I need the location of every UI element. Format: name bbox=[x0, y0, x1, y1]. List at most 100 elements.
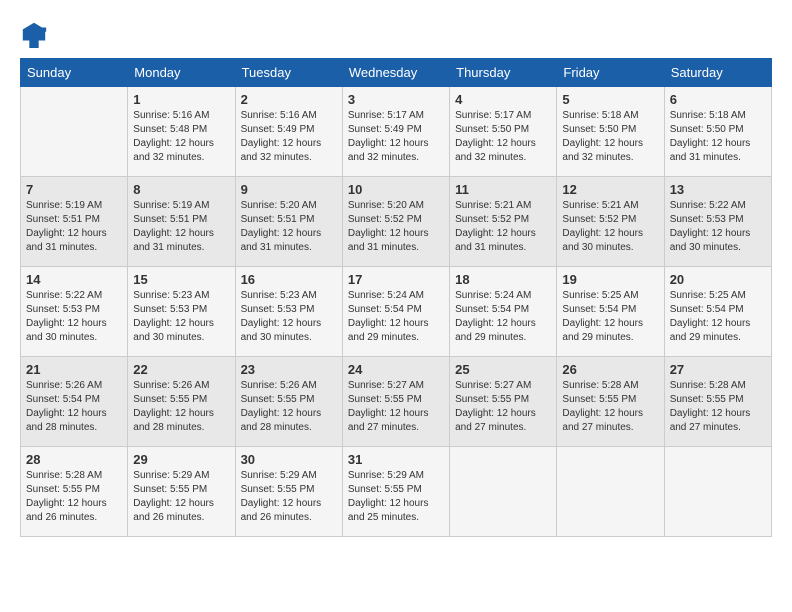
day-number: 4 bbox=[455, 92, 551, 107]
day-number: 7 bbox=[26, 182, 122, 197]
calendar-cell: 25Sunrise: 5:27 AM Sunset: 5:55 PM Dayli… bbox=[450, 357, 557, 447]
day-number: 12 bbox=[562, 182, 658, 197]
day-number: 18 bbox=[455, 272, 551, 287]
weekday-header-friday: Friday bbox=[557, 59, 664, 87]
calendar-cell: 7 Sunrise: 5:19 AM Sunset: 5:51 PM Daylig… bbox=[21, 177, 128, 267]
cell-info: Sunrise: 5:29 AM Sunset: 5:55 PM Dayligh… bbox=[348, 469, 444, 525]
day-number: 16 bbox=[241, 272, 337, 287]
calendar-cell: 8 Sunrise: 5:19 AM Sunset: 5:51 PM Daylig… bbox=[128, 177, 235, 267]
day-number: 29 bbox=[133, 452, 229, 467]
cell-info: Sunrise: 5:19 AM Sunset: 5:51 PM Dayligh… bbox=[133, 199, 229, 255]
calendar-cell: 11 Sunrise: 5:21 AM Sunset: 5:52 PM Dayli… bbox=[450, 177, 557, 267]
cell-info: Sunrise: 5:29 AM Sunset: 5:55 PM Dayligh… bbox=[133, 469, 229, 525]
weekday-header-sunday: Sunday bbox=[21, 59, 128, 87]
calendar-cell: 18 Sunrise: 5:24 AM Sunset: 5:54 PM Dayli… bbox=[450, 267, 557, 357]
day-number: 2 bbox=[241, 92, 337, 107]
cell-info: Sunrise: 5:18 AM Sunset: 5:50 PM Dayligh… bbox=[562, 109, 658, 165]
cell-info: Sunrise: 5:28 AM Sunset: 5:55 PM Dayligh… bbox=[562, 379, 658, 435]
cell-info: Sunrise: 5:16 AM Sunset: 5:48 PM Dayligh… bbox=[133, 109, 229, 165]
day-number: 6 bbox=[670, 92, 766, 107]
cell-info: Sunrise: 5:26 AM Sunset: 5:54 PM Dayligh… bbox=[26, 379, 122, 435]
calendar-cell: 21 Sunrise: 5:26 AM Sunset: 5:54 PM Dayli… bbox=[21, 357, 128, 447]
day-number: 1 bbox=[133, 92, 229, 107]
cell-info: Sunrise: 5:17 AM Sunset: 5:50 PM Dayligh… bbox=[455, 109, 551, 165]
calendar-header: SundayMondayTuesdayWednesdayThursdayFrid… bbox=[21, 59, 772, 87]
calendar-cell: 16 Sunrise: 5:23 AM Sunset: 5:53 PM Dayli… bbox=[235, 267, 342, 357]
cell-info: Sunrise: 5:19 AM Sunset: 5:51 PM Dayligh… bbox=[26, 199, 122, 255]
calendar-cell: 30 Sunrise: 5:29 AM Sunset: 5:55 PM Dayli… bbox=[235, 447, 342, 537]
calendar-cell: 6 Sunrise: 5:18 AM Sunset: 5:50 PM Daylig… bbox=[664, 87, 771, 177]
calendar-cell: 13 Sunrise: 5:22 AM Sunset: 5:53 PM Dayli… bbox=[664, 177, 771, 267]
cell-info: Sunrise: 5:24 AM Sunset: 5:54 PM Dayligh… bbox=[348, 289, 444, 345]
calendar-cell bbox=[450, 447, 557, 537]
day-number: 28 bbox=[26, 452, 122, 467]
calendar-cell: 15 Sunrise: 5:23 AM Sunset: 5:53 PM Dayli… bbox=[128, 267, 235, 357]
day-number: 22 bbox=[133, 362, 229, 377]
calendar-cell: 14 Sunrise: 5:22 AM Sunset: 5:53 PM Dayli… bbox=[21, 267, 128, 357]
cell-info: Sunrise: 5:16 AM Sunset: 5:49 PM Dayligh… bbox=[241, 109, 337, 165]
weekday-header-thursday: Thursday bbox=[450, 59, 557, 87]
cell-info: Sunrise: 5:28 AM Sunset: 5:55 PM Dayligh… bbox=[26, 469, 122, 525]
weekday-header-tuesday: Tuesday bbox=[235, 59, 342, 87]
calendar-cell: 9Sunrise: 5:20 AM Sunset: 5:51 PM Daylig… bbox=[235, 177, 342, 267]
calendar-cell: 27 Sunrise: 5:28 AM Sunset: 5:55 PM Dayli… bbox=[664, 357, 771, 447]
calendar-cell: 4 Sunrise: 5:17 AM Sunset: 5:50 PM Daylig… bbox=[450, 87, 557, 177]
cell-info: Sunrise: 5:20 AM Sunset: 5:52 PM Dayligh… bbox=[348, 199, 444, 255]
logo bbox=[20, 20, 52, 48]
day-number: 26 bbox=[562, 362, 658, 377]
calendar-cell bbox=[664, 447, 771, 537]
calendar-cell: 29 Sunrise: 5:29 AM Sunset: 5:55 PM Dayli… bbox=[128, 447, 235, 537]
day-number: 30 bbox=[241, 452, 337, 467]
cell-info: Sunrise: 5:24 AM Sunset: 5:54 PM Dayligh… bbox=[455, 289, 551, 345]
page-header bbox=[20, 20, 772, 48]
day-number: 15 bbox=[133, 272, 229, 287]
day-number: 14 bbox=[26, 272, 122, 287]
cell-info: Sunrise: 5:25 AM Sunset: 5:54 PM Dayligh… bbox=[670, 289, 766, 345]
day-number: 8 bbox=[133, 182, 229, 197]
cell-info: Sunrise: 5:27 AM Sunset: 5:55 PM Dayligh… bbox=[455, 379, 551, 435]
calendar-week-1: 1 Sunrise: 5:16 AM Sunset: 5:48 PM Daylig… bbox=[21, 87, 772, 177]
calendar-cell: 12 Sunrise: 5:21 AM Sunset: 5:52 PM Dayli… bbox=[557, 177, 664, 267]
weekday-header-saturday: Saturday bbox=[664, 59, 771, 87]
day-number: 11 bbox=[455, 182, 551, 197]
calendar-cell bbox=[21, 87, 128, 177]
calendar-cell: 2 Sunrise: 5:16 AM Sunset: 5:49 PM Daylig… bbox=[235, 87, 342, 177]
cell-info: Sunrise: 5:18 AM Sunset: 5:50 PM Dayligh… bbox=[670, 109, 766, 165]
calendar-table: SundayMondayTuesdayWednesdayThursdayFrid… bbox=[20, 58, 772, 537]
cell-info: Sunrise: 5:22 AM Sunset: 5:53 PM Dayligh… bbox=[26, 289, 122, 345]
cell-info: Sunrise: 5:20 AM Sunset: 5:51 PM Dayligh… bbox=[241, 199, 337, 255]
cell-info: Sunrise: 5:28 AM Sunset: 5:55 PM Dayligh… bbox=[670, 379, 766, 435]
calendar-cell: 22Sunrise: 5:26 AM Sunset: 5:55 PM Dayli… bbox=[128, 357, 235, 447]
day-number: 23 bbox=[241, 362, 337, 377]
day-number: 27 bbox=[670, 362, 766, 377]
calendar-week-5: 28 Sunrise: 5:28 AM Sunset: 5:55 PM Dayli… bbox=[21, 447, 772, 537]
day-number: 24 bbox=[348, 362, 444, 377]
calendar-cell bbox=[557, 447, 664, 537]
calendar-cell: 3 Sunrise: 5:17 AM Sunset: 5:49 PM Daylig… bbox=[342, 87, 449, 177]
cell-info: Sunrise: 5:27 AM Sunset: 5:55 PM Dayligh… bbox=[348, 379, 444, 435]
calendar-week-2: 7 Sunrise: 5:19 AM Sunset: 5:51 PM Daylig… bbox=[21, 177, 772, 267]
cell-info: Sunrise: 5:23 AM Sunset: 5:53 PM Dayligh… bbox=[133, 289, 229, 345]
calendar-cell: 20 Sunrise: 5:25 AM Sunset: 5:54 PM Dayli… bbox=[664, 267, 771, 357]
calendar-cell: 17 Sunrise: 5:24 AM Sunset: 5:54 PM Dayli… bbox=[342, 267, 449, 357]
calendar-cell: 1 Sunrise: 5:16 AM Sunset: 5:48 PM Daylig… bbox=[128, 87, 235, 177]
cell-info: Sunrise: 5:23 AM Sunset: 5:53 PM Dayligh… bbox=[241, 289, 337, 345]
day-number: 20 bbox=[670, 272, 766, 287]
cell-info: Sunrise: 5:21 AM Sunset: 5:52 PM Dayligh… bbox=[562, 199, 658, 255]
cell-info: Sunrise: 5:29 AM Sunset: 5:55 PM Dayligh… bbox=[241, 469, 337, 525]
day-number: 17 bbox=[348, 272, 444, 287]
day-number: 13 bbox=[670, 182, 766, 197]
day-number: 31 bbox=[348, 452, 444, 467]
day-number: 10 bbox=[348, 182, 444, 197]
day-number: 21 bbox=[26, 362, 122, 377]
cell-info: Sunrise: 5:17 AM Sunset: 5:49 PM Dayligh… bbox=[348, 109, 444, 165]
day-number: 3 bbox=[348, 92, 444, 107]
day-number: 5 bbox=[562, 92, 658, 107]
calendar-cell: 23 Sunrise: 5:26 AM Sunset: 5:55 PM Dayli… bbox=[235, 357, 342, 447]
cell-info: Sunrise: 5:22 AM Sunset: 5:53 PM Dayligh… bbox=[670, 199, 766, 255]
calendar-cell: 24 Sunrise: 5:27 AM Sunset: 5:55 PM Dayli… bbox=[342, 357, 449, 447]
cell-info: Sunrise: 5:21 AM Sunset: 5:52 PM Dayligh… bbox=[455, 199, 551, 255]
logo-icon bbox=[20, 20, 48, 48]
cell-info: Sunrise: 5:26 AM Sunset: 5:55 PM Dayligh… bbox=[241, 379, 337, 435]
calendar-week-4: 21 Sunrise: 5:26 AM Sunset: 5:54 PM Dayli… bbox=[21, 357, 772, 447]
